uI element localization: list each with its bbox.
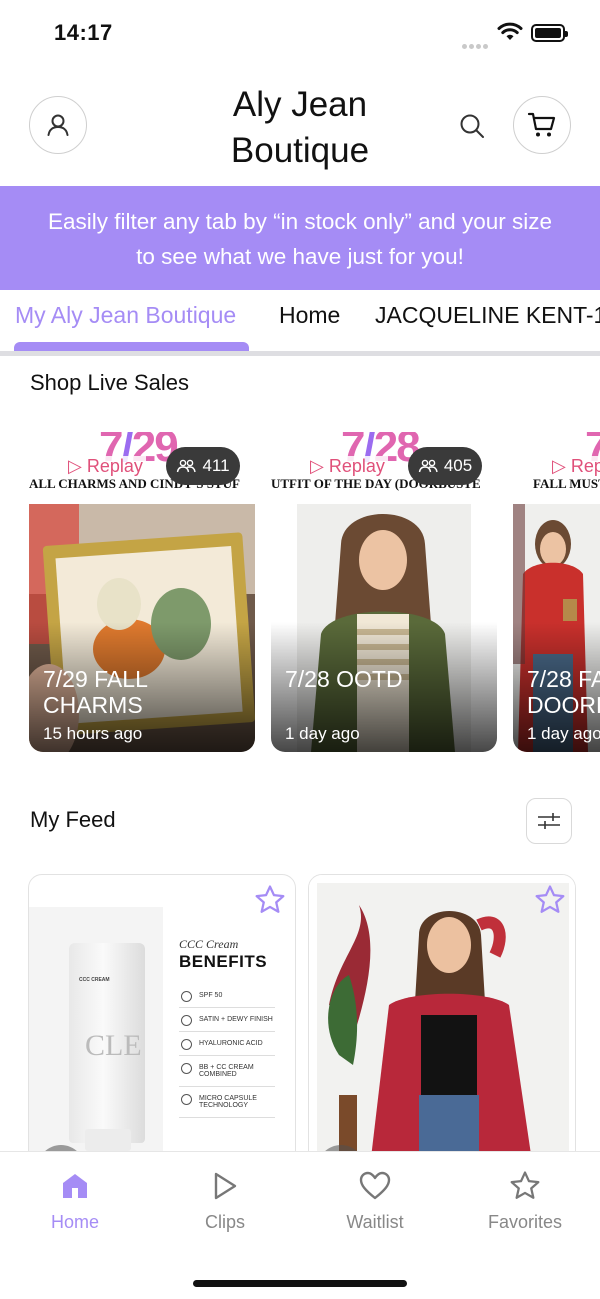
nav-favorites-label: Favorites (487, 1212, 563, 1232)
viewers-icon (177, 459, 197, 473)
app-header: Aly Jean Boutique (0, 66, 600, 186)
viewer-count-badge: 411 (166, 447, 240, 485)
favorite-star-icon[interactable] (533, 883, 567, 917)
tab-home[interactable]: Home (279, 302, 340, 329)
live-strip-text: FALL MUST (533, 476, 600, 491)
nav-waitlist[interactable]: Waitlist (315, 1166, 435, 1233)
live-sale-card[interactable]: 7/29 ALL CHARMS AND CINDY'S STUF ▷ Repla… (29, 432, 255, 752)
live-sale-time: 1 day ago (527, 724, 600, 743)
live-sale-card[interactable]: 7/28 UTFIT OF THE DAY (DOORBUSTE ▷ Repla… (271, 432, 497, 752)
nav-clips[interactable]: Clips (165, 1166, 285, 1233)
home-indicator[interactable] (193, 1280, 407, 1287)
live-sales-title: Shop Live Sales (30, 370, 189, 395)
cream-tube: CCC CREAM CLE (69, 943, 145, 1143)
live-sale-time: 15 hours ago (43, 724, 143, 743)
page-title: Aly Jean Boutique (230, 85, 370, 170)
play-icon (214, 1172, 237, 1200)
sliders-icon (538, 813, 560, 829)
profile-button[interactable] (29, 96, 87, 154)
filter-button[interactable] (526, 798, 572, 844)
feed-product-card[interactable]: CCC CREAM CLE CCC Cream BENEFITS SPF 50 … (28, 874, 296, 1174)
benefit-item: HYALURONIC ACID (179, 1032, 275, 1056)
live-sale-card[interactable]: 7 FALL MUST ▷ Replay 7/28 FALL & DOORBUS… (513, 432, 600, 752)
benefit-item: MICRO CAPSULE TECHNOLOGY (179, 1087, 275, 1118)
info-banner: Easily filter any tab by “in stock only”… (0, 186, 600, 290)
tab-bar: My Aly Jean Boutique Home JACQUELINE KEN… (0, 290, 600, 356)
live-sale-time: 1 day ago (285, 724, 360, 743)
feed-title: My Feed (30, 807, 116, 832)
active-tab-indicator (14, 342, 249, 351)
cart-button[interactable] (513, 96, 571, 154)
benefits-heading: BENEFITS (179, 952, 268, 971)
signal-dots-icon (462, 36, 490, 54)
bottom-navigation: Home Clips Waitlist Favorites (0, 1151, 600, 1299)
benefit-item: BB + CC CREAM COMBINED (179, 1056, 275, 1087)
benefits-script: CCC Cream (179, 937, 239, 951)
wifi-icon (497, 22, 523, 40)
search-icon (460, 114, 484, 138)
nav-waitlist-label: Waitlist (346, 1212, 404, 1232)
viewers-icon (418, 459, 438, 473)
status-time: 14:17 (54, 20, 113, 45)
nav-home[interactable]: Home (15, 1166, 135, 1233)
benefit-item: SATIN + DEWY FINISH (179, 1008, 275, 1032)
user-icon (47, 114, 69, 136)
live-sale-image (271, 504, 497, 752)
benefits-panel: CCC Cream BENEFITS SPF 50 SATIN + DEWY F… (163, 907, 295, 1173)
product-image (309, 875, 575, 1173)
live-sale-title: 7/28 OOTD (285, 666, 403, 692)
tube-cap (85, 1129, 131, 1151)
nav-clips-label: Clips (204, 1212, 245, 1232)
replay-label: ▷ Replay (65, 456, 146, 477)
search-button[interactable] (456, 110, 488, 142)
favorite-star-icon[interactable] (253, 883, 287, 917)
battery-icon (531, 24, 568, 42)
benefit-item: SPF 50 (179, 984, 275, 1008)
tab-my-aly-jean-boutique[interactable]: My Aly Jean Boutique (15, 302, 236, 329)
banner-line-2: to see what we have just for you! (136, 244, 464, 269)
heart-icon (359, 1171, 391, 1200)
status-bar: 14:17 (0, 0, 600, 66)
live-sale-title: 7/28 FALL & DOORBUSTERS (527, 666, 600, 718)
cart-icon (527, 112, 556, 137)
replay-label: ▷ Replay (549, 456, 600, 477)
nav-home-label: Home (50, 1212, 99, 1232)
viewer-count-badge: 405 (408, 447, 482, 485)
live-sale-title: 7/29 FALL CHARMS (43, 666, 148, 718)
tab-jacqueline-kent[interactable]: JACQUELINE KENT-12 (375, 302, 600, 329)
feed-product-card[interactable] (308, 874, 576, 1174)
product-image: CCC CREAM CLE CCC Cream BENEFITS SPF 50 … (29, 907, 295, 1173)
home-icon (63, 1174, 87, 1198)
replay-label: ▷ Replay (307, 456, 388, 477)
nav-favorites[interactable]: Favorites (465, 1166, 585, 1233)
star-icon (510, 1171, 540, 1199)
banner-line-1: Easily filter any tab by “in stock only”… (48, 209, 552, 234)
